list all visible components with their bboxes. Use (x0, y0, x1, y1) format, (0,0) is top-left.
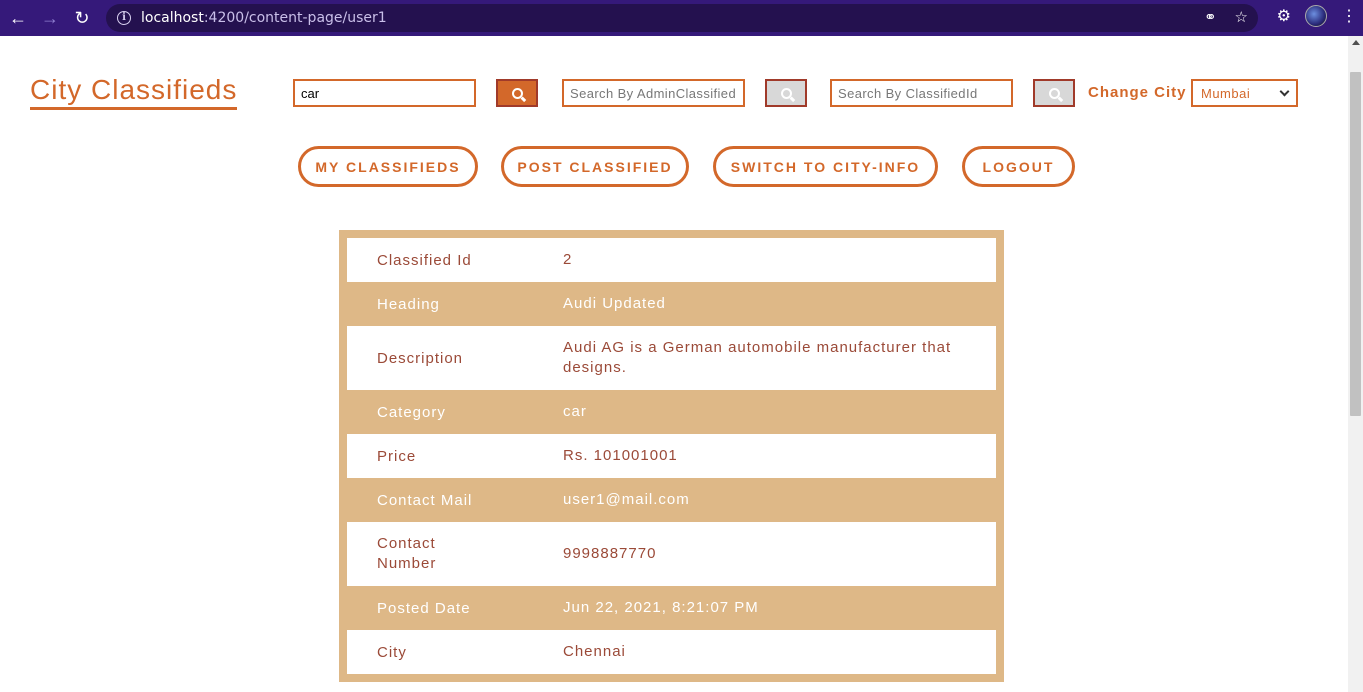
detail-value: Chennai (563, 643, 626, 660)
detail-label: Classified Id (377, 251, 472, 269)
profile-avatar[interactable] (1305, 5, 1327, 27)
search-icon (780, 87, 792, 99)
detail-label: Heading (377, 295, 440, 313)
city-select[interactable]: Mumbai (1191, 79, 1298, 107)
detail-row-heading: Heading Audi Updated (347, 282, 996, 326)
detail-row-description: Description Audi AG is a German automobi… (347, 326, 996, 390)
change-city-label: Change City (1088, 84, 1187, 101)
back-arrow-icon[interactable]: ← (4, 4, 32, 32)
detail-label: Contact Number (377, 535, 437, 572)
search-icon (1048, 87, 1060, 99)
detail-label: Price (377, 447, 417, 465)
extensions-puzzle-icon[interactable]: ⚙ (1277, 6, 1291, 26)
detail-label: Description (377, 349, 464, 367)
scroll-up-arrow-icon[interactable] (1352, 40, 1360, 45)
detail-label: Category (377, 403, 446, 421)
detail-label: Posted Date (377, 599, 471, 617)
category-search-button[interactable] (496, 79, 538, 107)
detail-row-contact-number: Contact Number 9998887770 (347, 522, 996, 586)
site-info-icon[interactable]: i (117, 11, 131, 25)
detail-value: Jun 22, 2021, 8:21:07 PM (563, 599, 759, 616)
switch-city-info-button[interactable]: SWITCH TO CITY-INFO (713, 146, 938, 187)
admin-classified-search-button[interactable] (765, 79, 807, 107)
detail-row-posted-date: Posted Date Jun 22, 2021, 8:21:07 PM (347, 586, 996, 630)
detail-row-classified-id: Classified Id 2 (347, 238, 996, 282)
logout-button[interactable]: LOGOUT (962, 146, 1075, 187)
detail-label: Contact Mail (377, 491, 473, 509)
post-classified-button[interactable]: POST CLASSIFIED (501, 146, 689, 187)
detail-value: car (563, 403, 587, 420)
detail-label: City (377, 643, 407, 661)
detail-row-contact-mail: Contact Mail user1@mail.com (347, 478, 996, 522)
search-icon (511, 87, 523, 99)
detail-row-price: Price Rs. 101001001 (347, 434, 996, 478)
category-search-input[interactable] (293, 79, 476, 107)
reload-icon[interactable]: ↻ (68, 4, 96, 32)
classified-id-input[interactable] (830, 79, 1013, 107)
my-classifieds-button[interactable]: MY CLASSIFIEDS (298, 146, 478, 187)
bookmark-star-icon[interactable]: ☆ (1235, 8, 1248, 26)
admin-classified-id-input[interactable] (562, 79, 745, 107)
url-text[interactable]: localhost:4200/content-page/user1 (141, 10, 387, 26)
detail-value: Audi Updated (563, 295, 666, 312)
forward-arrow-icon[interactable]: → (36, 4, 64, 32)
detail-value: Rs. 101001001 (563, 447, 678, 464)
detail-row-category: Category car (347, 390, 996, 434)
detail-row-city: City Chennai (347, 630, 996, 674)
detail-value: Audi AG is a German automobile manufactu… (563, 339, 952, 376)
scroll-thumb[interactable] (1350, 72, 1361, 416)
city-select-value: Mumbai (1201, 85, 1251, 101)
key-icon[interactable]: ⚭ (1204, 8, 1217, 26)
brand-logo[interactable]: City Classifieds (30, 74, 238, 110)
browser-toolbar: ← → ↻ i localhost:4200/content-page/user… (0, 0, 1363, 36)
address-bar[interactable]: i localhost:4200/content-page/user1 ⚭ ☆ (106, 4, 1258, 32)
detail-value: 2 (563, 251, 573, 268)
menu-dots-icon[interactable]: ⋮ (1341, 6, 1357, 26)
chevron-down-icon (1279, 86, 1290, 97)
classified-details-table: Classified Id 2 Heading Audi Updated Des… (339, 230, 1004, 682)
classified-id-search-button[interactable] (1033, 79, 1075, 107)
detail-value: 9998887770 (563, 545, 657, 562)
page-scrollbar[interactable] (1348, 36, 1363, 692)
detail-value: user1@mail.com (563, 491, 690, 508)
